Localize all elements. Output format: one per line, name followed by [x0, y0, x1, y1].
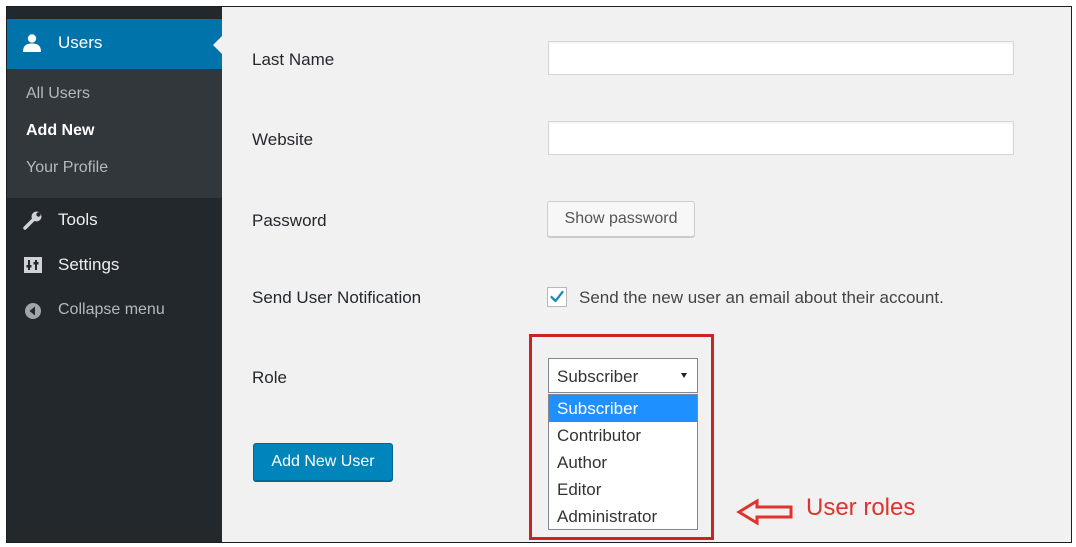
sidebar-item-settings[interactable]: Settings [7, 246, 222, 286]
collapse-menu-button[interactable]: Collapse menu [7, 292, 222, 332]
collapse-icon [25, 303, 41, 319]
user-icon [23, 34, 41, 52]
wrench-icon [23, 211, 42, 230]
add-new-user-button[interactable]: Add New User [253, 443, 393, 481]
sidebar-item-label: Users [58, 33, 103, 52]
screenshot-frame: Users All Users Add New Your Profile Too… [6, 6, 1072, 543]
role-label: Role [252, 368, 287, 387]
settings-icon [24, 257, 42, 273]
users-submenu: All Users Add New Your Profile [7, 69, 222, 198]
role-option-editor[interactable]: Editor [549, 476, 697, 503]
website-label: Website [252, 130, 314, 149]
sidebar-item-label: Tools [58, 210, 98, 229]
role-dropdown-list: Subscriber Contributor Author Editor Adm… [548, 394, 698, 530]
notification-checkbox[interactable] [547, 287, 567, 307]
last-name-field[interactable] [548, 41, 1014, 75]
submenu-item-add-new[interactable]: Add New [26, 122, 94, 140]
role-select[interactable]: Subscriber [548, 358, 698, 393]
admin-sidebar: Users All Users Add New Your Profile Too… [7, 7, 222, 542]
role-select-value: Subscriber [557, 367, 639, 386]
chevron-down-icon [681, 373, 687, 378]
website-field[interactable] [548, 121, 1014, 155]
send-notification-label: Send User Notification [252, 288, 422, 307]
role-option-administrator[interactable]: Administrator [549, 503, 697, 530]
role-option-author[interactable]: Author [549, 449, 697, 476]
show-password-button[interactable]: Show password [547, 201, 695, 237]
role-option-contributor[interactable]: Contributor [549, 422, 697, 449]
user-roles-annotation: User roles [806, 494, 916, 521]
last-name-label: Last Name [252, 50, 335, 69]
sidebar-item-label: Settings [58, 255, 120, 274]
checkmark-icon [550, 290, 564, 303]
left-arrow-icon [736, 498, 793, 526]
role-option-subscriber[interactable]: Subscriber [549, 395, 697, 422]
sidebar-item-users[interactable]: Users [7, 19, 222, 69]
notification-text: Send the new user an email about their a… [579, 288, 944, 307]
submenu-item-your-profile[interactable]: Your Profile [26, 159, 108, 177]
collapse-menu-label: Collapse menu [58, 301, 165, 318]
submenu-item-all-users[interactable]: All Users [26, 85, 90, 103]
password-label: Password [252, 211, 327, 230]
current-menu-pointer [213, 36, 222, 54]
sidebar-item-tools[interactable]: Tools [7, 201, 222, 241]
